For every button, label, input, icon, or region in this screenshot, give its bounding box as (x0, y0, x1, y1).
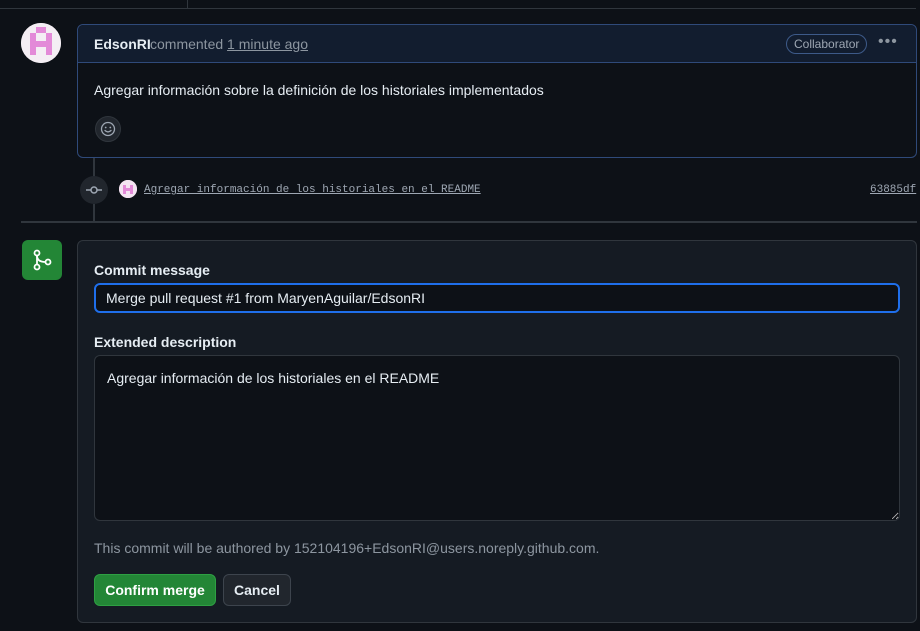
commit-author-avatar[interactable] (119, 180, 137, 198)
timeline-line (93, 156, 95, 178)
comment-timestamp-link[interactable]: 1 minute ago (227, 36, 308, 52)
comment-body: Agregar información sobre la definición … (94, 82, 544, 98)
extended-description-textarea[interactable]: Agregar información de los historiales e… (94, 355, 900, 521)
previous-event-border (187, 0, 916, 9)
commit-message-label: Commit message (94, 262, 210, 278)
merge-form: Commit message Extended description Agre… (77, 240, 917, 623)
cancel-button[interactable]: Cancel (223, 574, 291, 606)
comment-header: EdsonRI commented 1 minute ago Collabora… (78, 25, 916, 63)
timeline-divider (21, 221, 917, 223)
comment-author-link[interactable]: EdsonRI (94, 36, 151, 52)
commit-message-link[interactable]: Agregar información de los historiales e… (144, 184, 481, 196)
commit-author-note: This commit will be authored by 15210419… (94, 540, 600, 556)
kebab-horizontal-icon[interactable]: ••• (878, 33, 898, 51)
comment-card: EdsonRI commented 1 minute ago Collabora… (77, 24, 917, 158)
comment-action: commented (150, 36, 224, 52)
timeline-line (93, 204, 95, 221)
previous-event-box (0, 0, 188, 9)
git-merge-icon (22, 240, 62, 280)
comment-meta: commented 1 minute ago (150, 36, 308, 52)
author-avatar[interactable] (21, 23, 61, 63)
smiley-icon[interactable] (95, 116, 121, 142)
extended-description-label: Extended description (94, 334, 237, 350)
git-commit-icon (80, 176, 108, 204)
commit-sha-link[interactable]: 63885df (870, 184, 916, 196)
commit-message-input[interactable] (94, 283, 900, 313)
confirm-merge-button[interactable]: Confirm merge (94, 574, 216, 606)
collaborator-badge: Collaborator (786, 34, 868, 54)
